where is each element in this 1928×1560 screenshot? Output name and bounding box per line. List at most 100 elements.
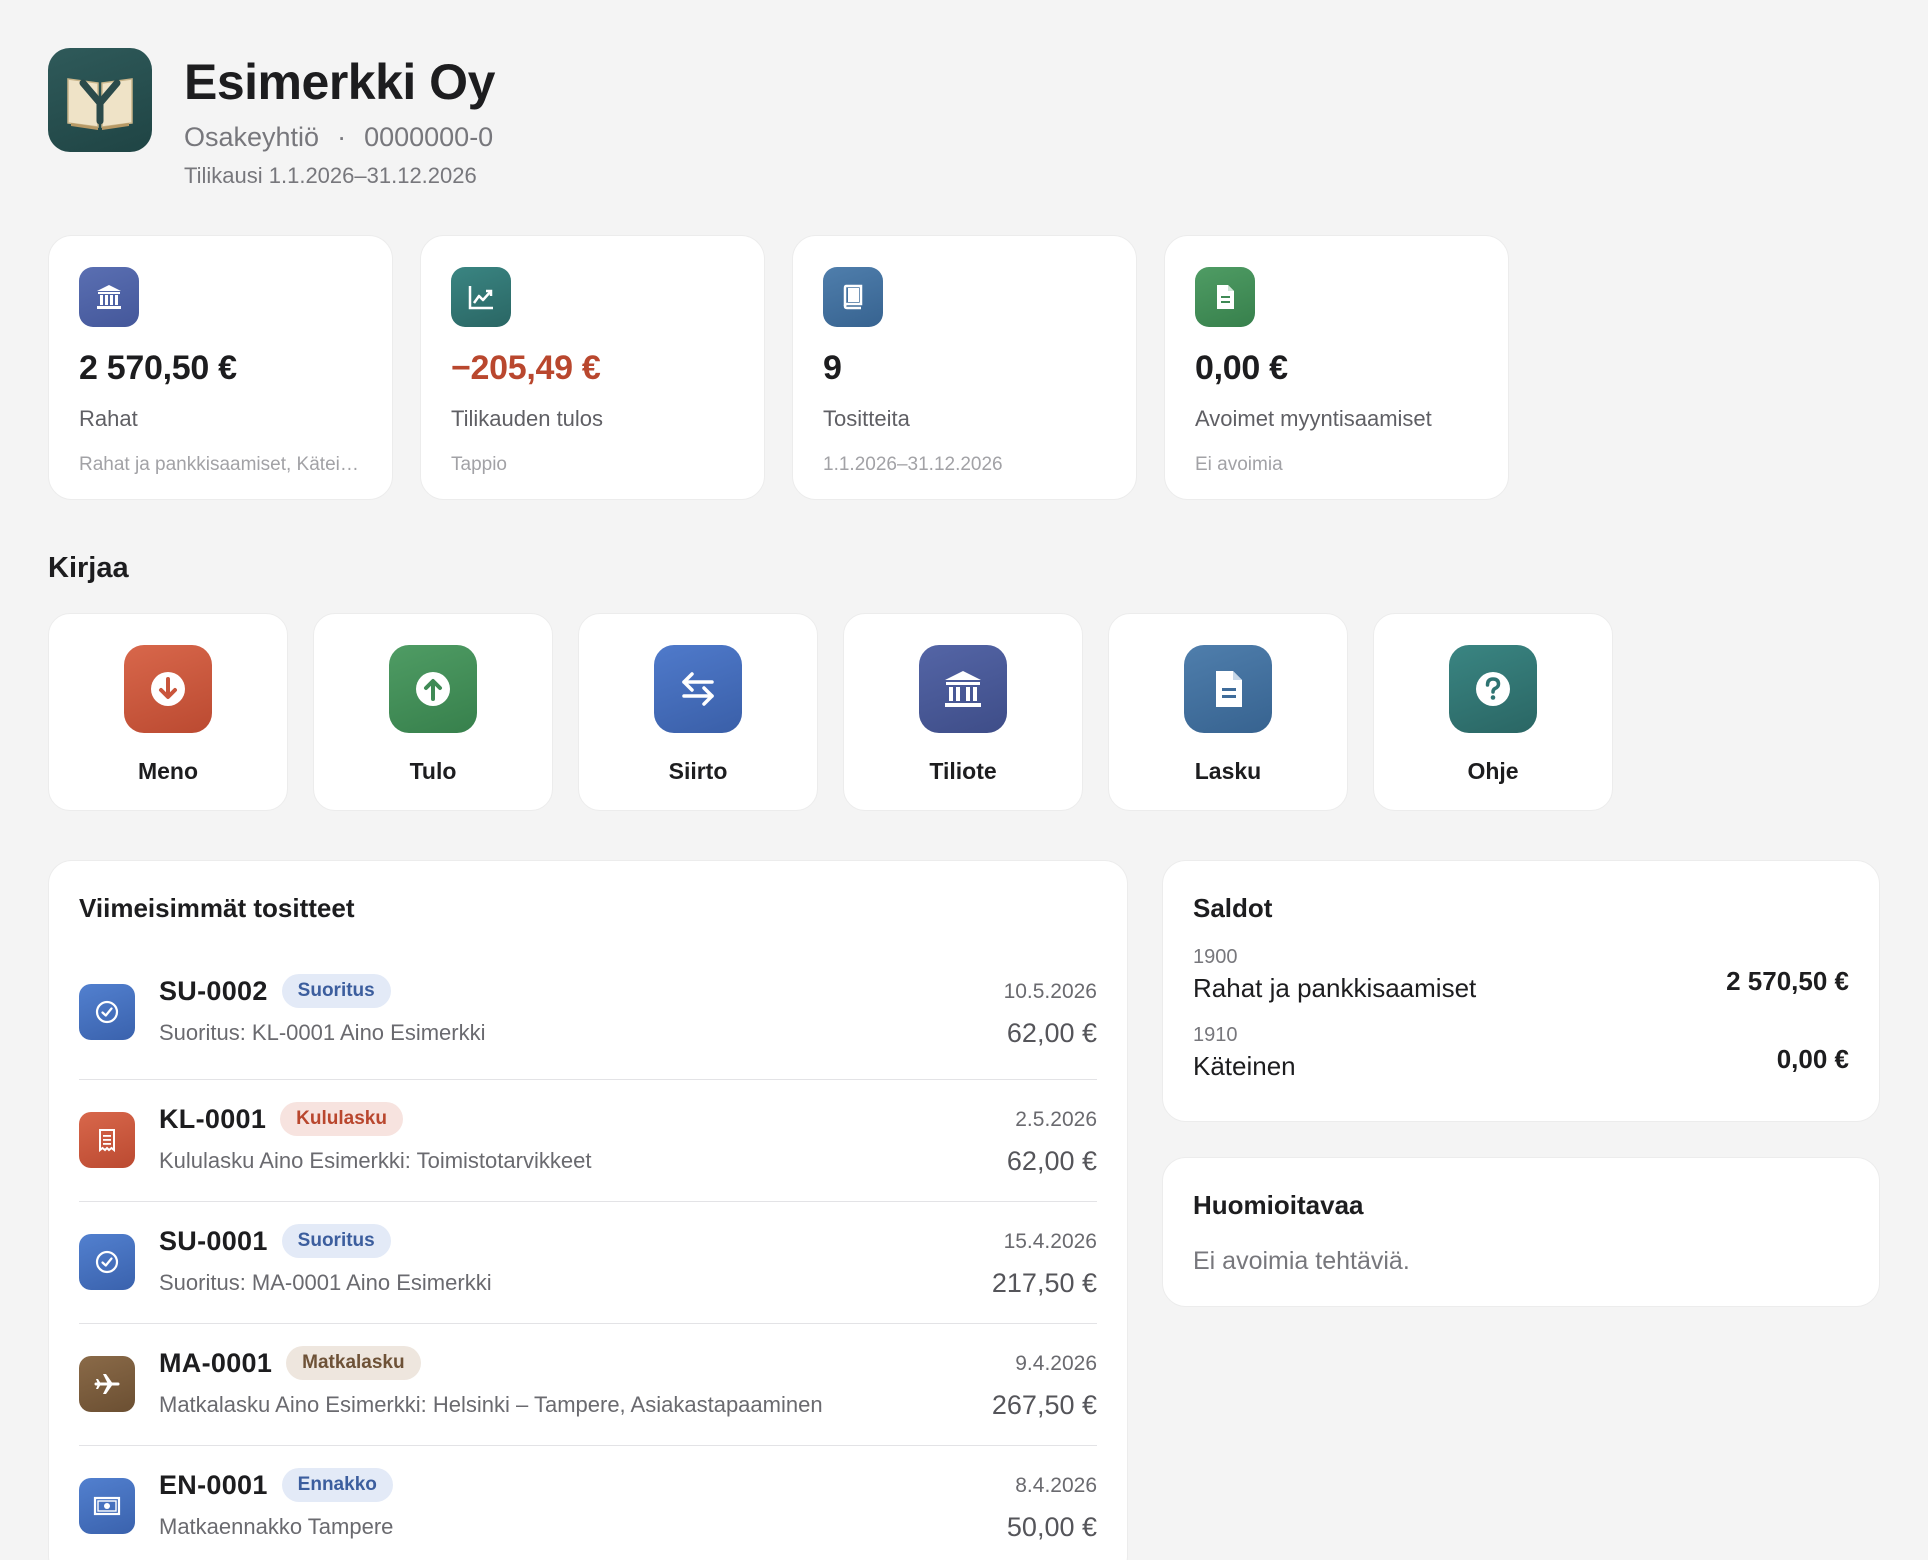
action-label: Siirto (668, 758, 728, 784)
stat-label: Rahat (79, 406, 138, 431)
stat-subtext: 1.1.2026–31.12.2026 (823, 454, 1003, 475)
stat-label: Avoimet myyntisaamiset (1195, 406, 1432, 431)
voucher-row[interactable]: SU-0001 Suoritus Suoritus: MA-0001 Aino … (79, 1202, 1097, 1324)
voucher-row[interactable]: SU-0002 Suoritus Suoritus: KL-0001 Aino … (79, 958, 1097, 1080)
voucher-row[interactable]: KL-0001 Kululasku Kululasku Aino Esimerk… (79, 1080, 1097, 1202)
voucher-amount: 50,00 € (1006, 1512, 1097, 1542)
action-label: Meno (137, 758, 199, 784)
voucher-row[interactable]: EN-0001 Ennakko Matkaennakko Tampere 8.4… (79, 1446, 1097, 1560)
company-name: Esimerkki Oy (184, 54, 495, 110)
action-lasku-button[interactable]: Lasku (1108, 613, 1348, 811)
action-tulo-button[interactable]: Tulo (313, 613, 553, 811)
action-label: Lasku (1194, 758, 1262, 784)
voucher-type-badge: Suoritus (281, 974, 391, 1008)
voucher-description: Suoritus: MA-0001 Aino Esimerkki (159, 1270, 492, 1295)
company-details: Osakeyhtiö · 0000000-0 (184, 122, 495, 153)
company-header: Esimerkki Oy Osakeyhtiö · 0000000-0 Tili… (48, 48, 495, 189)
stat-value: 0,00 € (1195, 349, 1288, 387)
action-siirto-button[interactable]: Siirto (578, 613, 818, 811)
recent-vouchers-panel: Viimeisimmät tositteet SU-0002 Suoritus … (48, 860, 1128, 1560)
voucher-description: Matkaennakko Tampere (159, 1514, 394, 1539)
action-label: Tiliote (929, 758, 997, 784)
stat-value: 9 (823, 349, 842, 387)
account-name: Rahat ja pankkisaamiset (1193, 973, 1477, 1003)
voucher-description: Matkalasku Aino Esimerkki: Helsinki – Ta… (159, 1392, 823, 1417)
business-id: 0000000-0 (364, 122, 494, 152)
voucher-amount: 62,00 € (1006, 1018, 1097, 1048)
balances-panel: Saldot 1900 Rahat ja pankkisaamiset 2 57… (1162, 860, 1880, 1122)
action-tiliote-button[interactable]: Tiliote (843, 613, 1083, 811)
document-icon (1195, 267, 1255, 327)
account-balance: 2 570,50 € (1726, 966, 1849, 996)
voucher-type-badge: Matkalasku (286, 1346, 421, 1380)
bank-icon (919, 645, 1007, 733)
account-balance: 0,00 € (1776, 1044, 1849, 1074)
panel-title: Viimeisimmät tositteet (79, 893, 355, 923)
voucher-list: SU-0002 Suoritus Suoritus: KL-0001 Aino … (79, 958, 1097, 1560)
arrow-down-icon (124, 645, 212, 733)
action-meno-button[interactable]: Meno (48, 613, 288, 811)
voucher-code: EN-0001 (159, 1469, 268, 1500)
voucher-date: 8.4.2026 (1015, 1474, 1097, 1497)
voucher-code: KL-0001 (159, 1103, 267, 1134)
bank-icon (79, 267, 139, 327)
arrow-up-icon (389, 645, 477, 733)
stat-card-result[interactable]: −205,49 € Tilikauden tulos Tappio (420, 235, 765, 500)
voucher-description: Suoritus: KL-0001 Aino Esimerkki (159, 1020, 486, 1045)
voucher-code: SU-0001 (159, 1225, 268, 1256)
stat-value: −205,49 € (451, 349, 601, 387)
document-icon (1184, 645, 1272, 733)
airplane-icon (79, 1356, 135, 1412)
stat-card-receivables[interactable]: 0,00 € Avoimet myyntisaamiset Ei avoimia (1164, 235, 1509, 500)
notes-empty-text: Ei avoimia tehtäviä. (1193, 1247, 1410, 1275)
panel-title: Saldot (1193, 893, 1273, 923)
balance-row[interactable]: 1910 Käteinen 0,00 € (1193, 1024, 1849, 1082)
voucher-amount: 267,50 € (991, 1390, 1097, 1420)
fiscal-period: Tilikausi 1.1.2026–31.12.2026 (184, 163, 477, 188)
separator-dot: · (337, 122, 347, 152)
book-icon (823, 267, 883, 327)
panel-title: Huomioitavaa (1193, 1190, 1364, 1220)
company-form: Osakeyhtiö (184, 122, 320, 152)
account-number: 1900 (1193, 946, 1238, 968)
notes-panel: Huomioitavaa Ei avoimia tehtäviä. (1162, 1157, 1880, 1307)
voucher-type-badge: Kululasku (280, 1102, 403, 1136)
voucher-date: 2.5.2026 (1015, 1108, 1097, 1131)
question-icon (1449, 645, 1537, 733)
voucher-type-badge: Suoritus (281, 1224, 391, 1258)
account-number: 1910 (1193, 1024, 1238, 1046)
action-ohje-button[interactable]: Ohje (1373, 613, 1613, 811)
stat-card-cash[interactable]: 2 570,50 € Rahat Rahat ja pankkisaamiset… (48, 235, 393, 500)
check-circle-icon (79, 984, 135, 1040)
voucher-date: 15.4.2026 (1003, 1230, 1097, 1253)
voucher-code: SU-0002 (159, 975, 268, 1006)
app-logo-book-icon (48, 48, 152, 152)
voucher-amount: 62,00 € (1006, 1146, 1097, 1176)
check-circle-icon (79, 1234, 135, 1290)
action-label: Tulo (409, 758, 457, 784)
voucher-date: 10.5.2026 (1003, 980, 1097, 1003)
stat-label: Tilikauden tulos (451, 406, 604, 431)
receipt-icon (79, 1112, 135, 1168)
stat-label: Tositteita (823, 406, 910, 431)
voucher-amount: 217,50 € (991, 1268, 1097, 1298)
stat-subtext: Rahat ja pankkisaamiset, Käteinen (79, 454, 362, 475)
stat-value: 2 570,50 € (79, 349, 237, 387)
voucher-code: MA-0001 (159, 1347, 273, 1378)
chart-icon (451, 267, 511, 327)
section-title-kirjaa: Kirjaa (48, 552, 129, 584)
balance-row[interactable]: 1900 Rahat ja pankkisaamiset 2 570,50 € (1193, 946, 1849, 1004)
stat-subtext: Ei avoimia (1195, 454, 1283, 475)
voucher-row[interactable]: MA-0001 Matkalasku Matkalasku Aino Esime… (79, 1324, 1097, 1446)
action-buttons: Meno Tulo Siirto Tiliote Lasku Ohje (48, 613, 1613, 811)
voucher-date: 9.4.2026 (1015, 1352, 1097, 1375)
action-label: Ohje (1467, 758, 1519, 784)
stat-cards: 2 570,50 € Rahat Rahat ja pankkisaamiset… (48, 235, 1509, 500)
account-name: Käteinen (1193, 1051, 1296, 1081)
transfer-icon (654, 645, 742, 733)
stat-subtext: Tappio (451, 454, 507, 475)
banknote-icon (79, 1478, 135, 1534)
voucher-type-badge: Ennakko (281, 1468, 393, 1502)
voucher-description: Kululasku Aino Esimerkki: Toimistotarvik… (159, 1148, 592, 1173)
stat-card-vouchers[interactable]: 9 Tositteita 1.1.2026–31.12.2026 (792, 235, 1137, 500)
